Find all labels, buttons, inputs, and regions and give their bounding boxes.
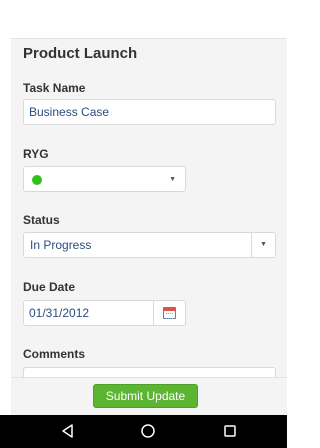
due-date-label: Due Date [23,280,76,294]
task-name-field[interactable]: Business Case [23,99,276,125]
status-label: Status [23,213,60,227]
back-button[interactable] [56,421,80,441]
recents-square-icon [224,425,236,437]
task-update-form: Task Name Business Case RYG ▼ Status In … [11,70,287,377]
screen: Product Launch Task Name Business Case R… [0,0,287,448]
chevron-down-icon: ▼ [260,241,267,248]
home-button[interactable] [136,421,160,441]
back-triangle-icon [62,424,73,438]
due-date-field[interactable]: 01/31/2012 [23,300,154,326]
ryg-green-status-dot [32,175,42,185]
page-header: Product Launch [11,38,287,70]
status-select[interactable]: In Progress ▼ [23,232,276,258]
android-navigation-bar [0,415,287,448]
form-footer: Submit Update [11,377,287,415]
recents-button[interactable] [218,421,242,441]
chevron-down-icon: ▼ [169,176,176,183]
status-dropdown-toggle[interactable]: ▼ [251,233,275,257]
submit-update-button[interactable]: Submit Update [93,384,198,408]
ryg-select[interactable]: ▼ [23,166,186,192]
comments-label: Comments [23,347,86,361]
calendar-icon [163,307,176,319]
page-title: Product Launch [23,45,138,62]
comments-field[interactable] [23,367,276,377]
ryg-label: RYG [23,147,49,161]
task-name-label: Task Name [23,81,86,95]
status-value: In Progress [30,238,92,252]
date-picker-button[interactable] [154,300,186,326]
home-circle-icon [141,424,155,438]
